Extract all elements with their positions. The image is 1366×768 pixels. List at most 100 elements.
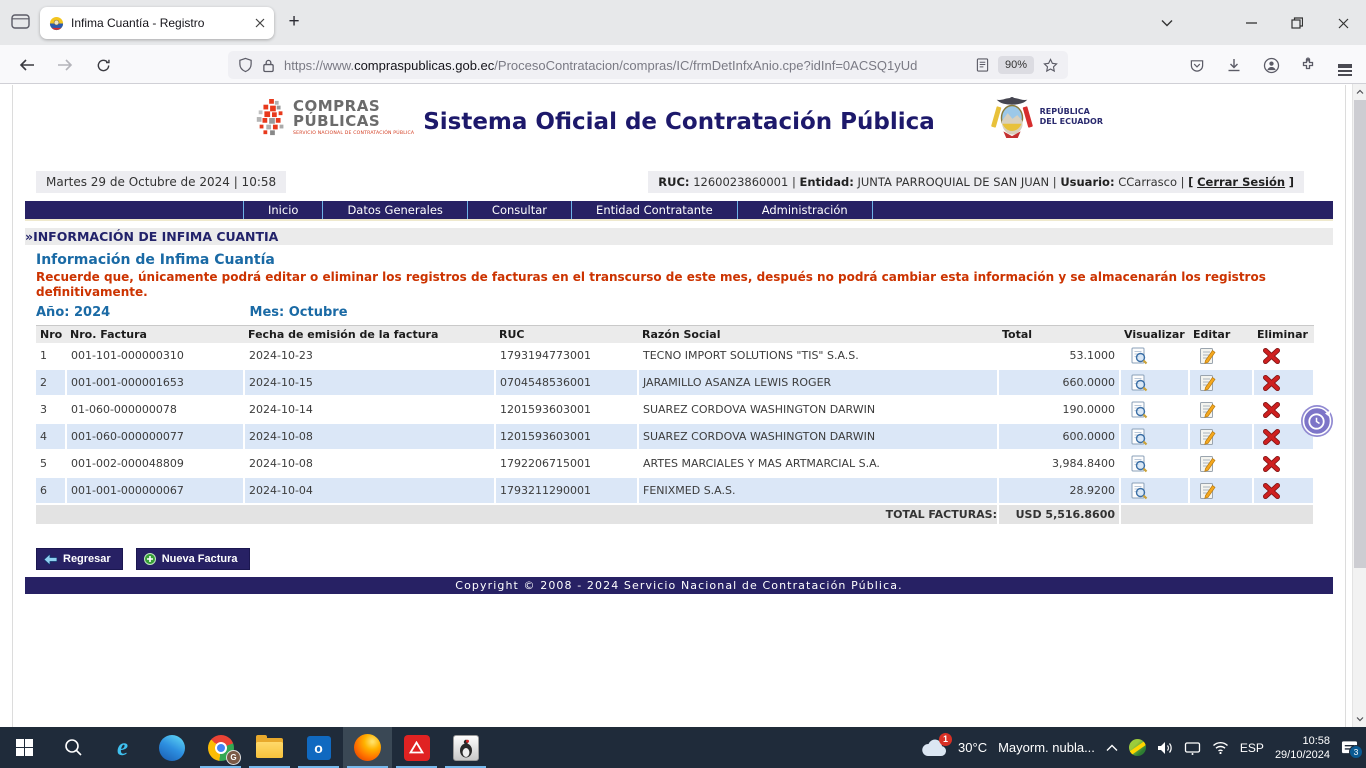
delete-row-icon[interactable]	[1263, 375, 1280, 391]
scroll-up-icon[interactable]	[1356, 88, 1364, 96]
regresar-button[interactable]: Regresar	[36, 548, 123, 570]
start-button[interactable]	[0, 727, 49, 768]
tray-chevron-up-icon[interactable]	[1106, 744, 1118, 752]
nav-item-inicio[interactable]: Inicio	[243, 201, 323, 219]
cell-ruc: 1792206715001	[495, 450, 638, 477]
delete-row-icon[interactable]	[1263, 429, 1280, 445]
windows-taskbar: e G o 1 30°C Mayorm. nubla...	[0, 727, 1366, 768]
clock-widget[interactable]: 10:58 29/10/2024	[1275, 734, 1330, 762]
window-minimize-button[interactable]	[1234, 8, 1268, 38]
nav-item-consultar[interactable]: Consultar	[468, 201, 572, 219]
delete-row-icon[interactable]	[1263, 348, 1280, 364]
temperature-label[interactable]: 30°C	[958, 740, 987, 755]
cell-ruc: 1793211290001	[495, 477, 638, 504]
taskbar-edge[interactable]	[147, 727, 196, 768]
republic-line2: DEL ECUADOR	[1040, 117, 1103, 127]
pocket-icon[interactable]	[1182, 52, 1212, 78]
keyboard-language[interactable]: ESP	[1240, 741, 1264, 755]
action-buttons: Regresar Nueva Factura	[36, 548, 1345, 570]
edit-document-icon[interactable]	[1199, 401, 1216, 419]
window-close-button[interactable]	[1326, 8, 1360, 38]
invoices-table: Nro Nro. Factura Fecha de emisión de la …	[36, 325, 1315, 526]
taskbar-outlook[interactable]: o	[294, 727, 343, 768]
reload-button[interactable]	[88, 52, 118, 78]
view-document-icon[interactable]	[1130, 482, 1148, 500]
cell-razon-social: TECNO IMPORT SOLUTIONS "TIS" S.A.S.	[638, 343, 998, 369]
zoom-level-badge[interactable]: 90%	[998, 56, 1034, 74]
shield-icon[interactable]	[238, 57, 253, 73]
view-document-icon[interactable]	[1130, 428, 1148, 446]
taskbar-acrobat[interactable]	[392, 727, 441, 768]
floating-timer-widget[interactable]	[1300, 404, 1335, 439]
cell-fecha: 2024-10-08	[244, 423, 495, 450]
firefox-icon	[354, 734, 381, 761]
downloads-icon[interactable]	[1219, 52, 1249, 78]
delete-row-icon[interactable]	[1263, 402, 1280, 418]
url-text[interactable]: https://www.compraspublicas.gob.ec/Proce…	[284, 58, 967, 73]
delete-row-icon[interactable]	[1263, 483, 1280, 499]
cell-factura: 01-060-000000078	[66, 396, 244, 423]
lock-icon[interactable]	[262, 58, 275, 73]
volume-icon[interactable]	[1157, 741, 1173, 755]
extensions-puzzle-icon[interactable]	[1293, 52, 1323, 78]
weather-description[interactable]: Mayorm. nubla...	[998, 740, 1095, 755]
tab-list-chevron-icon[interactable]	[1150, 8, 1184, 38]
view-document-icon[interactable]	[1130, 347, 1148, 365]
edit-document-icon[interactable]	[1199, 347, 1216, 365]
tab-title: Infima Cuantía - Registro	[71, 16, 251, 30]
new-tab-button[interactable]: +	[280, 8, 308, 36]
account-icon[interactable]	[1256, 52, 1286, 78]
cell-factura: 001-101-000000310	[66, 343, 244, 369]
connect-display-icon[interactable]	[1184, 741, 1201, 755]
nav-item-administracion[interactable]: Administración	[738, 201, 873, 219]
view-document-icon[interactable]	[1130, 374, 1148, 392]
view-document-icon[interactable]	[1130, 455, 1148, 473]
wifi-icon[interactable]	[1212, 741, 1229, 754]
col-fecha-emision: Fecha de emisión de la factura	[244, 326, 495, 344]
cell-eliminar	[1253, 343, 1314, 369]
invoice-row: 1001-101-0000003102024-10-23179319477300…	[36, 343, 1314, 369]
delete-row-icon[interactable]	[1263, 456, 1280, 472]
scroll-down-icon[interactable]	[1356, 715, 1364, 723]
window-restore-button[interactable]	[1280, 8, 1314, 38]
forward-button[interactable]	[50, 52, 80, 78]
logout-link[interactable]: Cerrar Sesión	[1197, 175, 1285, 189]
taskbar-chrome[interactable]: G	[196, 727, 245, 768]
nav-item-datos-generales[interactable]: Datos Generales	[323, 201, 467, 219]
invoice-row: 301-060-0000000782024-10-141201593603001…	[36, 396, 1314, 423]
weather-widget[interactable]: 1	[921, 739, 947, 757]
edit-document-icon[interactable]	[1199, 428, 1216, 446]
page-scrollbar[interactable]	[1352, 84, 1366, 727]
date-time-box: Martes 29 de Octubre de 2024 | 10:58	[36, 171, 286, 193]
taskbar-file-explorer[interactable]	[245, 727, 294, 768]
cell-ruc: 1793194773001	[495, 343, 638, 369]
url-bar[interactable]: https://www.compraspublicas.gob.ec/Proce…	[228, 51, 1068, 79]
taskbar-java-app[interactable]	[441, 727, 490, 768]
taskbar-search-button[interactable]	[49, 727, 98, 768]
notification-center-button[interactable]: 3	[1341, 740, 1358, 756]
reader-mode-icon[interactable]	[976, 58, 989, 72]
view-document-icon[interactable]	[1130, 401, 1148, 419]
browser-tab[interactable]: Infima Cuantía - Registro	[40, 7, 274, 39]
nueva-factura-button[interactable]: Nueva Factura	[136, 548, 250, 570]
back-button[interactable]	[12, 52, 42, 78]
cell-razon-social: ARTES MARCIALES Y MAS ARTMARCIAL S.A.	[638, 450, 998, 477]
year-label: Año: 2024	[36, 305, 245, 320]
edge-icon	[159, 735, 185, 761]
edit-document-icon[interactable]	[1199, 482, 1216, 500]
firefox-view-icon[interactable]	[11, 14, 30, 29]
taskbar-internet-explorer[interactable]: e	[98, 727, 147, 768]
menu-hamburger-icon[interactable]	[1330, 52, 1360, 78]
taskbar-firefox[interactable]	[343, 727, 392, 768]
nav-item-entidad-contratante[interactable]: Entidad Contratante	[572, 201, 738, 219]
cell-factura: 001-060-000000077	[66, 423, 244, 450]
cell-visualizar	[1120, 423, 1189, 450]
bookmark-star-icon[interactable]	[1043, 58, 1058, 73]
col-razon-social: Razón Social	[638, 326, 998, 344]
scrollbar-thumb[interactable]	[1354, 100, 1366, 568]
tab-close-icon[interactable]	[255, 18, 265, 28]
antivirus-tray-icon[interactable]	[1129, 739, 1146, 756]
edit-document-icon[interactable]	[1199, 374, 1216, 392]
chrome-profile-badge: G	[226, 750, 241, 765]
edit-document-icon[interactable]	[1199, 455, 1216, 473]
